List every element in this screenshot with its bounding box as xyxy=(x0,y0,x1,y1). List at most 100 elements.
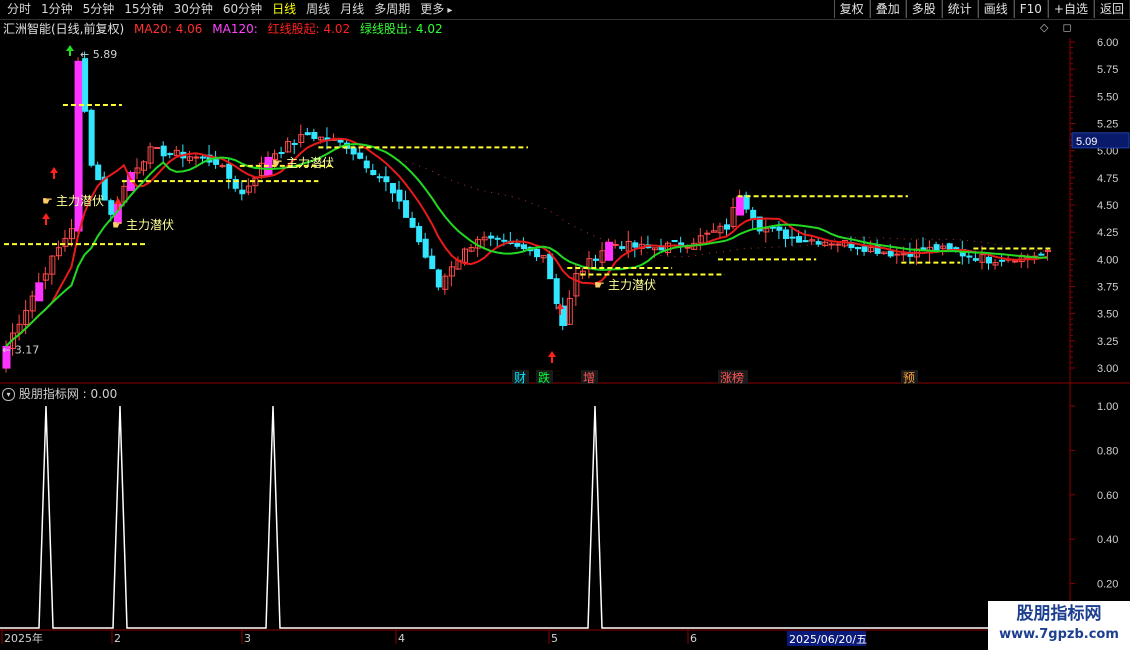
candle-body xyxy=(370,170,377,176)
candle-body xyxy=(494,237,501,240)
price-tick-label: 4.25 xyxy=(1097,227,1118,239)
candle-body xyxy=(416,226,423,243)
hand-pointer-icon: ☛ xyxy=(112,218,123,232)
price-tick-label: 3.75 xyxy=(1097,282,1118,294)
candle-body xyxy=(213,159,220,165)
event-marker: 增 xyxy=(583,371,595,385)
candle-body xyxy=(376,176,383,179)
kline-chart[interactable]: 6.005.755.505.255.004.754.504.254.003.75… xyxy=(0,0,1130,650)
price-tick-label: 6.00 xyxy=(1097,37,1118,49)
event-marker: 预 xyxy=(903,371,915,385)
high-price-label: ← 5.89 xyxy=(80,48,117,61)
candle-body xyxy=(291,142,298,145)
date-axis-label: 6 xyxy=(690,632,697,645)
candle-body xyxy=(383,176,390,183)
candle-body xyxy=(887,250,894,257)
candle-body xyxy=(422,238,429,258)
candle-body xyxy=(835,243,842,246)
cursor-date-label: 2025/06/20/五 xyxy=(789,633,867,646)
candle-body xyxy=(972,258,979,261)
candle-body xyxy=(95,164,102,181)
candle-body xyxy=(684,246,691,249)
current-price-label: 5.09 xyxy=(1076,136,1097,148)
candle-body xyxy=(671,239,678,242)
indicator-series xyxy=(0,405,1070,629)
up-arrow-icon xyxy=(42,213,50,225)
signal-label: 主力潜伏 xyxy=(286,156,334,170)
candle-body xyxy=(389,183,396,194)
candle-body xyxy=(547,253,554,280)
candle-body xyxy=(396,189,403,202)
date-axis-label: 2 xyxy=(114,632,121,645)
candle-body xyxy=(409,217,416,228)
indicator-title[interactable]: ▾ 股朋指标网 : 0.00 xyxy=(2,386,117,402)
up-arrow-icon xyxy=(50,167,58,179)
ma120-series xyxy=(398,159,1048,258)
price-tick-label: 3.00 xyxy=(1097,363,1118,375)
indicator-tick-label: 0.40 xyxy=(1097,534,1118,546)
candle-body xyxy=(894,253,901,256)
event-marker: 财 xyxy=(514,371,526,385)
candle-body xyxy=(429,255,436,270)
candle-body xyxy=(1038,253,1045,256)
price-tick-label: 4.00 xyxy=(1097,254,1118,266)
candle-body xyxy=(534,248,541,258)
candle-body xyxy=(855,246,861,250)
watermark-line2: www.7gpzb.com xyxy=(999,627,1119,642)
candle-body xyxy=(520,244,527,250)
candle-body xyxy=(828,243,835,246)
indicator-tick-label: 0.20 xyxy=(1097,579,1118,591)
candle-body xyxy=(239,189,246,195)
date-axis-label: 2025年 xyxy=(4,631,43,645)
signal-label: 主力潜伏 xyxy=(56,194,104,208)
candle-body xyxy=(802,240,809,243)
candle-body xyxy=(108,200,115,215)
low-price-label: ← 3.17 xyxy=(2,344,39,357)
candle-body xyxy=(35,282,44,302)
indicator-tick-label: 0.60 xyxy=(1097,490,1118,502)
price-tick-label: 4.50 xyxy=(1097,200,1118,212)
candle-body xyxy=(553,278,560,304)
indicator-tick-label: 0.80 xyxy=(1097,445,1118,457)
event-marker: 涨榜 xyxy=(720,370,744,385)
candle-body xyxy=(605,241,614,261)
candle-body xyxy=(167,153,174,156)
price-tick-label: 3.50 xyxy=(1097,309,1118,321)
candle-body xyxy=(593,258,599,261)
signal-label: 主力潜伏 xyxy=(126,218,174,232)
candle-body xyxy=(999,259,1006,262)
candle-body xyxy=(612,243,619,246)
candle-body xyxy=(986,256,992,264)
collapse-icon[interactable]: ▾ xyxy=(2,388,15,401)
candle-body xyxy=(154,146,161,149)
candle-body xyxy=(743,194,750,210)
candle-body xyxy=(311,132,318,139)
price-tick-label: 5.75 xyxy=(1097,64,1118,76)
indicator-title-text: 股朋指标网 : 0.00 xyxy=(18,387,118,401)
candle-body xyxy=(966,255,973,258)
candle-body xyxy=(736,196,745,216)
candle-body xyxy=(704,232,711,235)
candle-body xyxy=(200,156,206,159)
signal-label: 主力潜伏 xyxy=(608,278,656,292)
candle-body xyxy=(632,242,639,248)
red-line-series xyxy=(5,137,1048,348)
candle-body xyxy=(82,58,89,112)
candle-body xyxy=(1012,260,1019,263)
candle-body xyxy=(619,246,626,249)
candle-body xyxy=(776,226,783,231)
price-tick-label: 4.75 xyxy=(1097,173,1118,185)
date-axis-label: 5 xyxy=(551,632,558,645)
indicator-tick-label: 1.00 xyxy=(1097,401,1118,413)
candle-body xyxy=(514,243,521,247)
candle-body xyxy=(88,109,95,166)
candle-body xyxy=(724,224,730,230)
watermark: 股朋指标网 www.7gpzb.com xyxy=(988,601,1130,650)
price-tick-label: 5.50 xyxy=(1097,91,1118,103)
date-axis-label: 3 xyxy=(244,632,251,645)
candle-body xyxy=(350,147,357,155)
candle-body xyxy=(782,229,789,240)
candle-body xyxy=(933,244,940,251)
hand-pointer-icon: ☛ xyxy=(594,278,605,292)
price-tick-label: 3.25 xyxy=(1097,336,1118,348)
